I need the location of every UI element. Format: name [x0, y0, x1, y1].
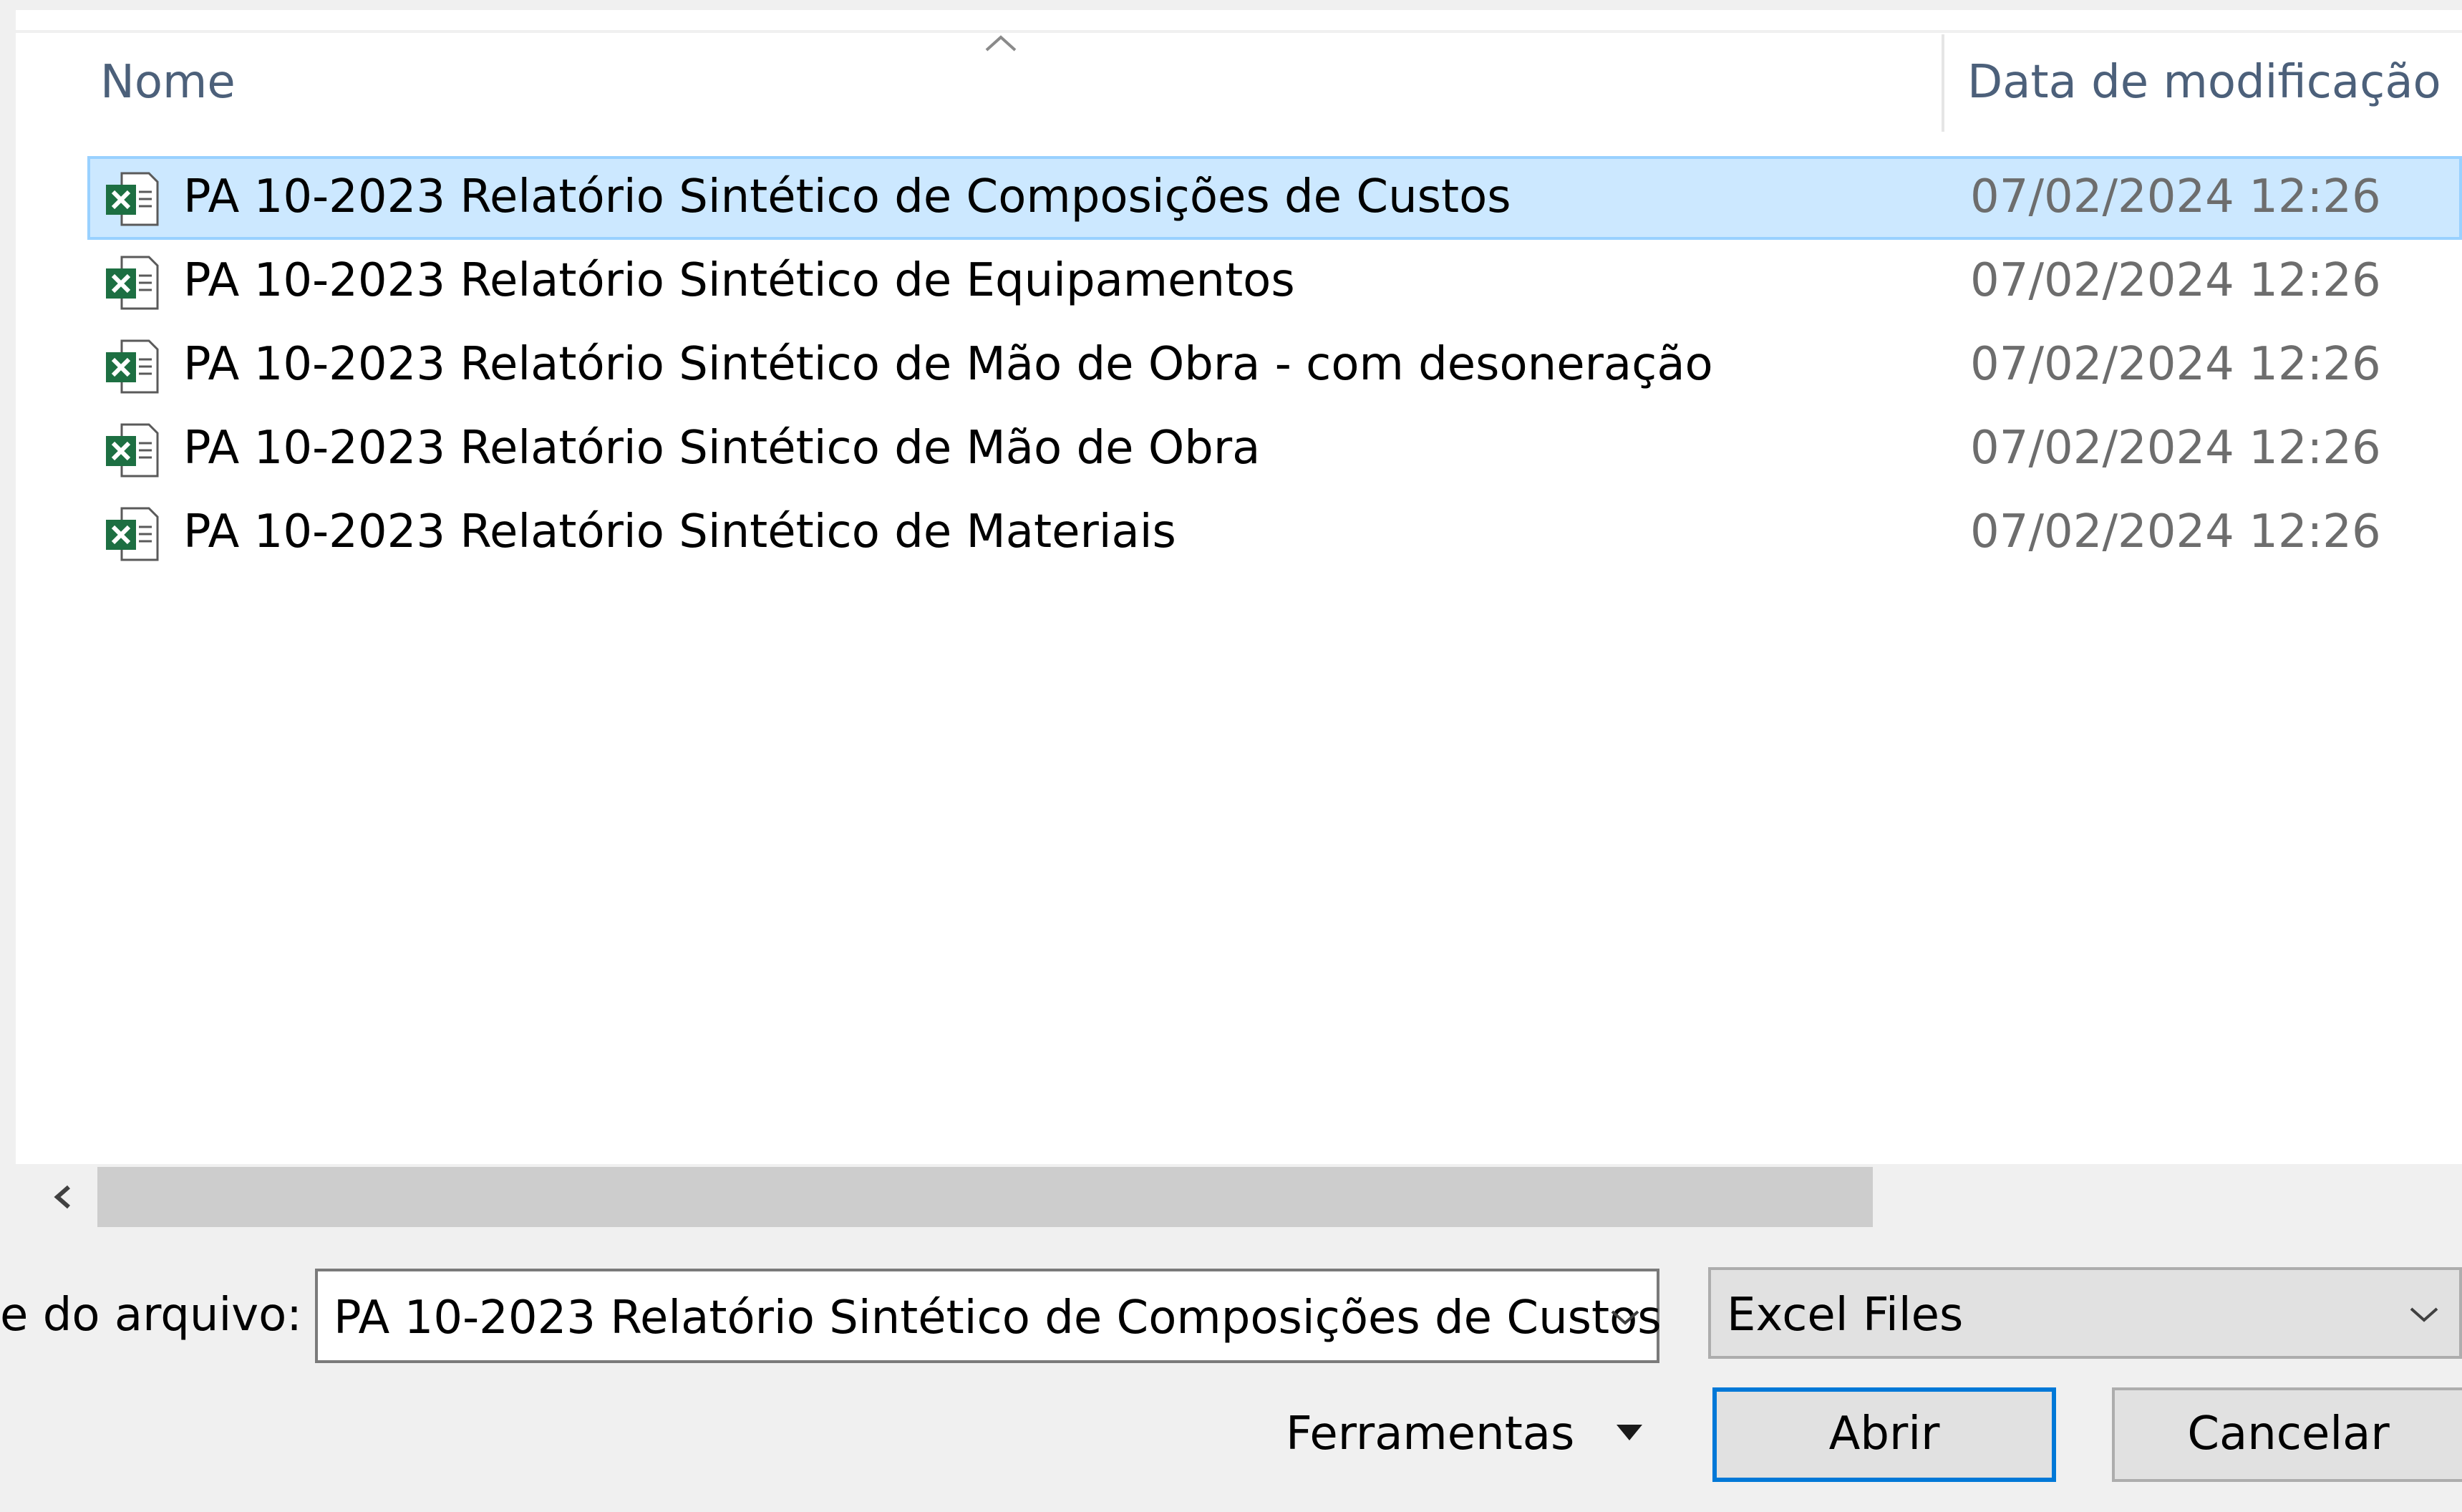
- file-name: PA 10-2023 Relatório Sintético de Compos…: [183, 170, 1511, 223]
- file-list: PA 10-2023 Relatório Sintético de Compos…: [87, 156, 2462, 575]
- excel-file-icon: [106, 507, 159, 561]
- file-date: 07/02/2024 12:26: [1970, 338, 2381, 391]
- excel-file-icon: [106, 423, 159, 478]
- filetype-select[interactable]: Excel Files: [1708, 1267, 2462, 1359]
- file-name: PA 10-2023 Relatório Sintético de Mão de…: [183, 422, 1261, 475]
- filename-label: e do arquivo:: [0, 1289, 302, 1342]
- file-row[interactable]: PA 10-2023 Relatório Sintético de Mão de…: [87, 324, 2462, 407]
- file-row[interactable]: PA 10-2023 Relatório Sintético de Mão de…: [87, 407, 2462, 491]
- file-date: 07/02/2024 12:26: [1970, 254, 2381, 307]
- column-header-name[interactable]: Nome: [100, 56, 236, 109]
- caret-down-icon[interactable]: [1614, 1422, 1645, 1443]
- chevron-down-icon[interactable]: [2404, 1300, 2444, 1329]
- file-date: 07/02/2024 12:26: [1970, 505, 2381, 558]
- excel-file-icon: [106, 172, 159, 226]
- excel-file-icon: [106, 256, 159, 310]
- file-date: 07/02/2024 12:26: [1970, 170, 2381, 223]
- chevron-down-icon[interactable]: [1605, 1303, 1645, 1332]
- file-name: PA 10-2023 Relatório Sintético de Materi…: [183, 505, 1176, 558]
- file-open-dialog: Nome Data de modificação PA 10-2023 Rela…: [0, 0, 2462, 1512]
- column-header-date-modified[interactable]: Data de modificação: [1967, 56, 2441, 109]
- file-row[interactable]: PA 10-2023 Relatório Sintético de Compos…: [87, 156, 2462, 240]
- chevron-left-icon[interactable]: [42, 1176, 84, 1218]
- file-row[interactable]: PA 10-2023 Relatório Sintético de Equipa…: [87, 240, 2462, 324]
- file-date: 07/02/2024 12:26: [1970, 422, 2381, 475]
- filename-value[interactable]: PA 10-2023 Relatório Sintético de Compos…: [334, 1292, 1662, 1344]
- horizontal-scrollbar[interactable]: [16, 1164, 2462, 1230]
- filename-input[interactable]: PA 10-2023 Relatório Sintético de Compos…: [315, 1269, 1662, 1363]
- column-separator[interactable]: [1942, 34, 1944, 132]
- file-name: PA 10-2023 Relatório Sintético de Mão de…: [183, 338, 1713, 391]
- top-border: [16, 0, 2462, 10]
- header-divider: [16, 30, 2462, 33]
- tools-menu-button[interactable]: Ferramentas: [1286, 1407, 1574, 1460]
- filetype-value: Excel Files: [1727, 1289, 1964, 1342]
- cancel-button[interactable]: Cancelar: [2112, 1387, 2462, 1482]
- scrollbar-thumb[interactable]: [97, 1167, 1873, 1227]
- excel-file-icon: [106, 339, 159, 394]
- open-button[interactable]: Abrir: [1712, 1387, 2056, 1482]
- left-border: [0, 0, 16, 1230]
- file-name: PA 10-2023 Relatório Sintético de Equipa…: [183, 254, 1295, 307]
- sort-ascending-icon: [985, 35, 1017, 52]
- file-row[interactable]: PA 10-2023 Relatório Sintético de Materi…: [87, 491, 2462, 575]
